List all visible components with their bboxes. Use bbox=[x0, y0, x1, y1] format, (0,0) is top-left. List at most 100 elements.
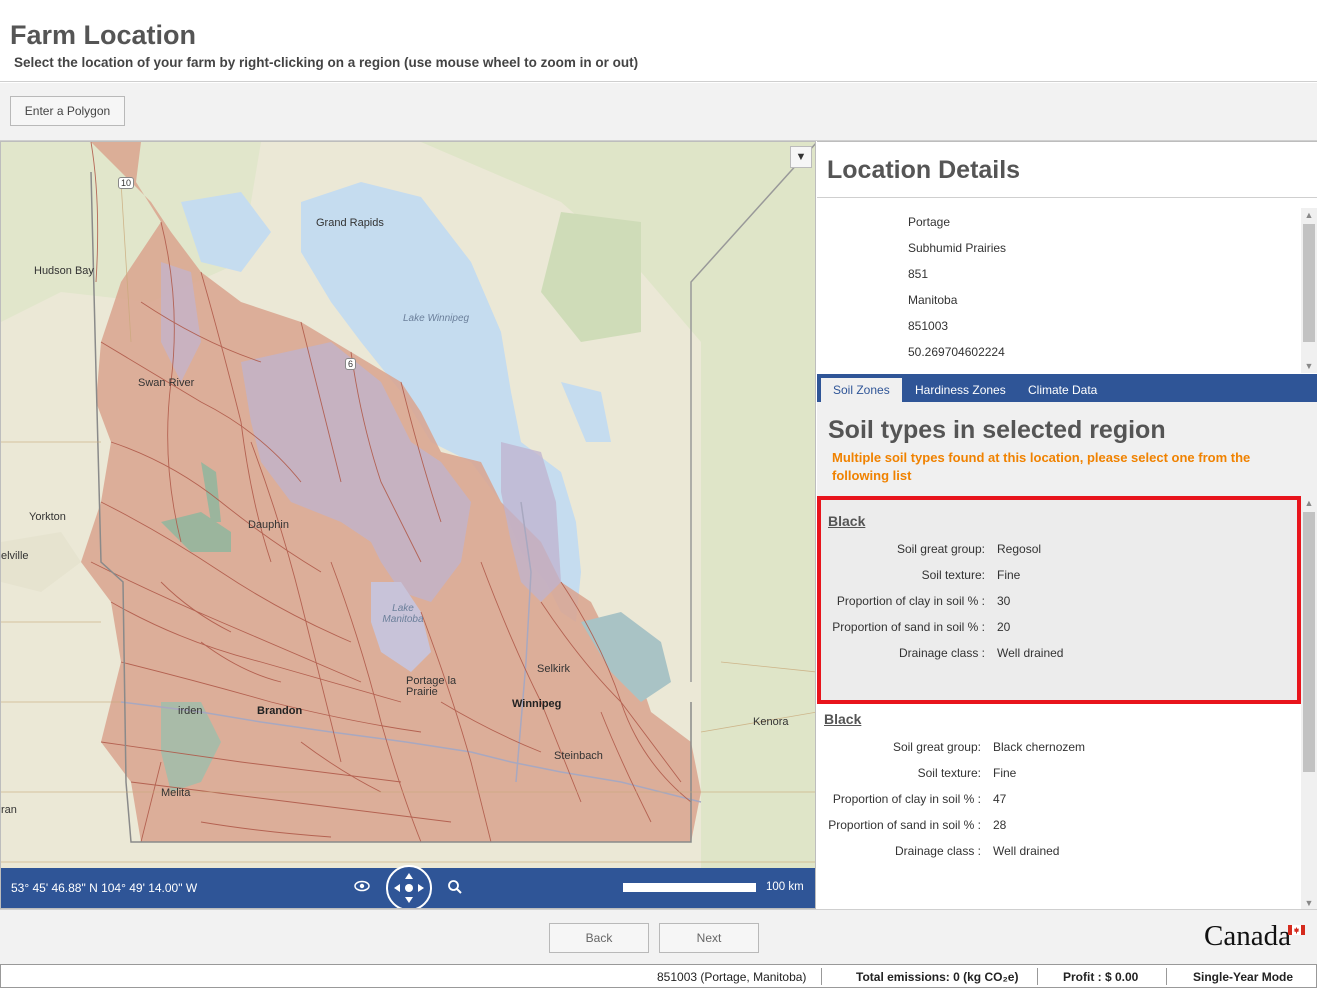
footer: Back Next Canada bbox=[0, 909, 1317, 964]
map-label-hudson-bay: Hudson Bay bbox=[34, 265, 94, 277]
map-label-grand-rapids: Grand Rapids bbox=[316, 217, 384, 229]
status-separator bbox=[821, 968, 822, 985]
soil-key: Drainage class : bbox=[894, 844, 981, 858]
soil-value: 28 bbox=[993, 818, 1007, 832]
zoom-icon[interactable] bbox=[447, 879, 463, 895]
soil-key: Drainage class : bbox=[898, 646, 985, 660]
soil-types-title: Soil types in selected region bbox=[828, 416, 1166, 444]
details-scrollbar[interactable]: ▲ ▼ bbox=[1301, 208, 1317, 373]
soil-row-great-group: Soil great group: Black chernozem bbox=[817, 740, 1297, 758]
soil-row-sand: Proportion of sand in soil % : 28 bbox=[817, 818, 1297, 836]
status-separator bbox=[1166, 968, 1167, 985]
soil-key: Proportion of sand in soil % : bbox=[832, 620, 985, 634]
header: Farm Location Select the location of you… bbox=[0, 0, 1317, 82]
map-view[interactable]: Grand Rapids Hudson Bay Lake Winnipeg Sw… bbox=[0, 141, 816, 909]
chevron-down-icon: ▼ bbox=[795, 151, 807, 163]
map-label-portage: Portage la Prairie bbox=[406, 675, 457, 698]
soil-value: Well drained bbox=[993, 844, 1060, 858]
map-label-selkirk: Selkirk bbox=[537, 663, 571, 675]
canada-wordmark: Canada bbox=[1204, 920, 1291, 952]
soil-key: Proportion of clay in soil % : bbox=[836, 594, 985, 608]
soil-key: Proportion of clay in soil % : bbox=[832, 792, 981, 806]
map-status-bar: 53° 45' 46.88" N 104° 49' 14.00" W 100 k… bbox=[1, 865, 815, 908]
pan-arrows-icon bbox=[394, 873, 424, 903]
soil-value: Black chernozem bbox=[993, 740, 1086, 754]
tab-soil-zones[interactable]: Soil Zones bbox=[821, 378, 902, 402]
page-title: Farm Location bbox=[10, 20, 197, 50]
status-mode: Single-Year Mode bbox=[1193, 970, 1294, 984]
soil-value: 47 bbox=[993, 792, 1007, 806]
map-label-yorkton: Yorkton bbox=[29, 511, 66, 523]
soil-key: Soil great group: bbox=[896, 542, 985, 556]
divider bbox=[817, 197, 1317, 198]
soil-card-selected[interactable]: Black Soil great group: Regosol Soil tex… bbox=[817, 496, 1301, 704]
highway-6-shield: 6 bbox=[345, 358, 357, 370]
soil-row-texture: Soil texture: Fine bbox=[821, 568, 1301, 586]
tab-bar: Soil Zones Hardiness Zones Climate Data bbox=[817, 374, 1317, 402]
soil-key: Soil texture: bbox=[917, 766, 981, 780]
soil-name[interactable]: Black bbox=[824, 711, 861, 727]
map-label-lake-winnipeg: Lake Winnipeg bbox=[403, 313, 470, 324]
map-canvas[interactable] bbox=[1, 142, 816, 909]
scrollbar-thumb[interactable] bbox=[1303, 224, 1315, 342]
location-details-panel: Location Details SLC polygon : Portage E… bbox=[817, 141, 1317, 910]
tab-climate-data[interactable]: Climate Data bbox=[1016, 378, 1109, 402]
map-label-brandon: Brandon bbox=[257, 705, 303, 717]
map-label-steinbach: Steinbach bbox=[554, 750, 603, 762]
back-button[interactable]: Back bbox=[549, 923, 649, 953]
map-label-lake-manitoba: Lake Manitoba bbox=[382, 603, 424, 625]
soil-zones-content: Soil types in selected region Multiple s… bbox=[817, 402, 1317, 910]
soil-row-clay: Proportion of clay in soil % : 47 bbox=[817, 792, 1297, 810]
soil-row-drainage: Drainage class : Well drained bbox=[821, 646, 1301, 664]
detail-value: 851003 bbox=[908, 319, 949, 333]
map-label-melville: elville bbox=[1, 550, 29, 562]
soil-value: Regosol bbox=[997, 542, 1042, 556]
scroll-down-icon[interactable]: ▼ bbox=[1301, 359, 1317, 373]
soil-key: Soil great group: bbox=[892, 740, 981, 754]
map-label-melita: Melita bbox=[161, 787, 191, 799]
highway-10-shield: 10 bbox=[118, 177, 135, 189]
pan-control[interactable] bbox=[386, 865, 432, 908]
map-label-swan-river: Swan River bbox=[138, 377, 195, 389]
scroll-up-icon[interactable]: ▲ bbox=[1301, 496, 1317, 510]
status-location: 851003 (Portage, Manitoba) bbox=[657, 970, 807, 984]
status-emissions: Total emissions: 0 (kg CO₂e) bbox=[856, 970, 1019, 984]
soil-value: Fine bbox=[997, 568, 1021, 582]
scale-bar bbox=[623, 883, 756, 892]
soil-row-great-group: Soil great group: Regosol bbox=[821, 542, 1301, 560]
detail-value: Subhumid Prairies bbox=[908, 241, 1007, 255]
scroll-down-icon[interactable]: ▼ bbox=[1301, 896, 1317, 910]
location-details-table: SLC polygon : Portage Ecozone : Subhumid… bbox=[817, 208, 1317, 373]
eye-icon[interactable] bbox=[354, 880, 370, 892]
map-label-regina: ran bbox=[1, 804, 17, 816]
soil-card[interactable]: Black Soil great group: Black chernozem … bbox=[817, 704, 1301, 904]
detail-value: 50.269704602224 bbox=[908, 345, 1005, 359]
scroll-up-icon[interactable]: ▲ bbox=[1301, 208, 1317, 222]
soil-name[interactable]: Black bbox=[828, 513, 865, 529]
next-button[interactable]: Next bbox=[659, 923, 759, 953]
soil-list-scrollbar[interactable]: ▲ ▼ bbox=[1301, 496, 1317, 910]
location-details-title: Location Details bbox=[827, 156, 1021, 184]
page-subtitle: Select the location of your farm by righ… bbox=[14, 55, 639, 70]
map-menu-button[interactable]: ▼ bbox=[790, 146, 812, 168]
soil-row-drainage: Drainage class : Well drained bbox=[817, 844, 1297, 862]
status-profit: Profit : $ 0.00 bbox=[1063, 970, 1139, 984]
enter-polygon-button[interactable]: Enter a Polygon bbox=[10, 96, 125, 126]
soil-row-clay: Proportion of clay in soil % : 30 bbox=[821, 594, 1301, 612]
soil-value: 20 bbox=[997, 620, 1011, 634]
soil-value: Fine bbox=[993, 766, 1017, 780]
scale-label: 100 km bbox=[766, 881, 804, 893]
scrollbar-thumb[interactable] bbox=[1303, 512, 1315, 772]
detail-value: Manitoba bbox=[908, 293, 958, 307]
detail-value: Portage bbox=[908, 215, 951, 229]
tab-hardiness-zones[interactable]: Hardiness Zones bbox=[903, 378, 1018, 402]
status-bar: 851003 (Portage, Manitoba) Total emissio… bbox=[0, 964, 1317, 988]
soil-row-texture: Soil texture: Fine bbox=[817, 766, 1297, 784]
map-label-kenora: Kenora bbox=[753, 716, 789, 728]
status-separator bbox=[1037, 968, 1038, 985]
soil-key: Soil texture: bbox=[921, 568, 985, 582]
map-coordinates: 53° 45' 46.88" N 104° 49' 14.00" W bbox=[11, 881, 198, 895]
map-label-virden: irden bbox=[178, 705, 203, 717]
soil-key: Proportion of sand in soil % : bbox=[828, 818, 981, 832]
detail-value: 851 bbox=[908, 267, 929, 281]
